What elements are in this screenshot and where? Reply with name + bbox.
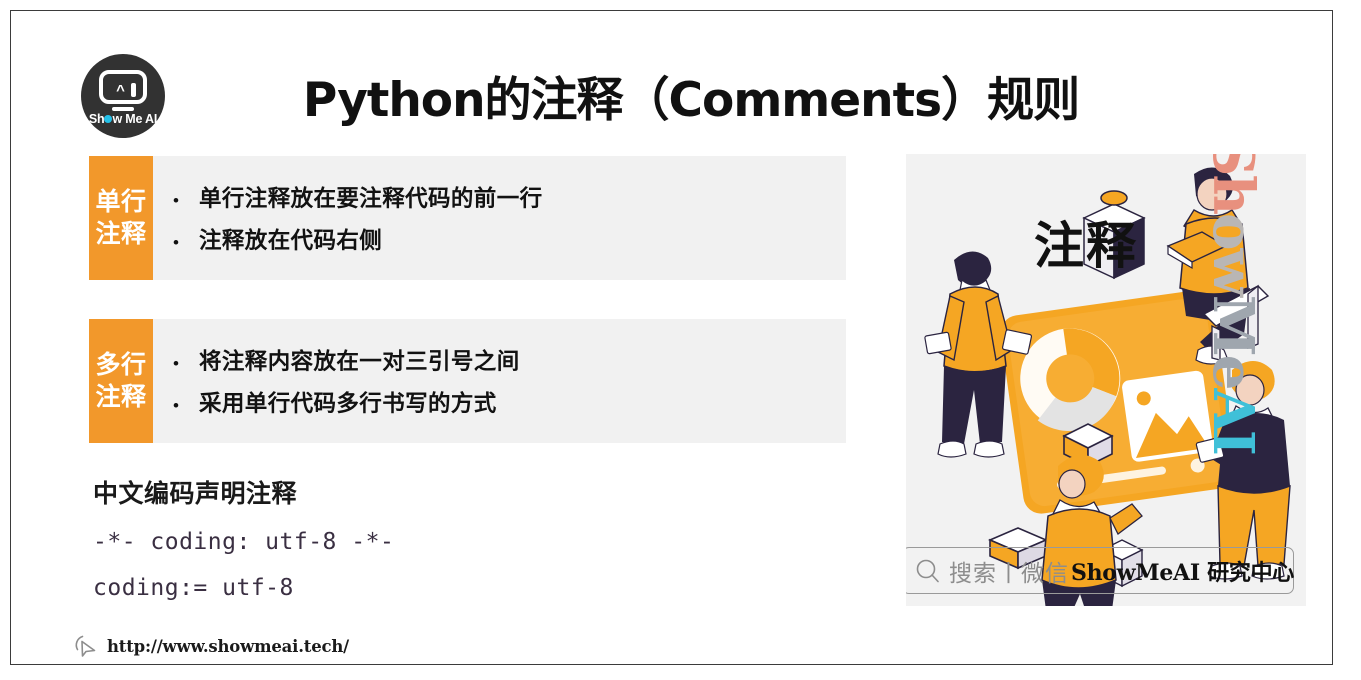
block-tab-label: 多行 注释	[89, 319, 153, 443]
bullet-text: 注释放在代码右侧	[199, 228, 383, 254]
list-item: • 采用单行代码多行书写的方式	[173, 386, 846, 418]
bullet-dot-icon: •	[173, 396, 179, 415]
logo-text-before: Sh	[88, 112, 105, 126]
footer: http://www.showmeai.tech/	[73, 633, 349, 659]
footer-url[interactable]: http://www.showmeai.tech/	[107, 637, 349, 656]
block-body: • 单行注释放在要注释代码的前一行 • 注释放在代码右侧	[153, 156, 846, 280]
bullet-text: 采用单行代码多行书写的方式	[199, 391, 497, 417]
bullet-text: 将注释内容放在一对三引号之间	[199, 349, 520, 375]
page-title: Python的注释（Comments）规则	[302, 73, 1080, 128]
search-bar[interactable]: 搜索丨微信 ShowMeAI 研究中心	[906, 547, 1294, 594]
content-block-single-line-comment: 单行 注释 • 单行注释放在要注释代码的前一行 • 注释放在代码右侧	[89, 156, 846, 280]
vertical-brand-part-2: ow	[1200, 213, 1266, 295]
vertical-brand-part-1: Sh	[1200, 154, 1266, 214]
robot-eye-left-icon: ^	[116, 82, 125, 99]
cursor-click-icon	[75, 635, 96, 657]
bullet-text: 单行注释放在要注释代码的前一行	[199, 186, 543, 212]
list-item: • 单行注释放在要注释代码的前一行	[173, 181, 846, 213]
code-line: coding:= utf-8	[93, 575, 294, 601]
list-item: • 注释放在代码右侧	[173, 223, 846, 255]
search-icon	[916, 559, 939, 582]
block-tab-line-1: 单行	[95, 188, 147, 216]
show-me-ai-logo: ^ Sh w Me AI	[81, 54, 165, 138]
bullet-dot-icon: •	[173, 191, 179, 210]
vertical-brand-part-3: Me	[1200, 294, 1266, 389]
list-item: • 将注释内容放在一对三引号之间	[173, 344, 846, 376]
bullet-dot-icon: •	[173, 354, 179, 373]
vertical-brand-watermark: ShowMeAI	[1200, 154, 1266, 454]
robot-eye-right-icon	[131, 83, 136, 97]
logo-text: Sh w Me AI	[81, 112, 165, 126]
block-tab-line-2: 注释	[95, 383, 147, 411]
block-tab-label: 单行 注释	[89, 156, 153, 280]
slide-frame: ^ Sh w Me AI Python的注释（Comments）规则 单行 注释 …	[10, 10, 1333, 665]
block-tab-line-1: 多行	[95, 351, 147, 379]
illustration-panel: 注释 ShowMeAI 搜索丨微信 ShowMeAI 研究中心	[906, 154, 1306, 606]
content-block-multi-line-comment: 多行 注释 • 将注释内容放在一对三引号之间 • 采用单行代码多行书写的方式	[89, 319, 846, 443]
code-section-heading: 中文编码声明注释	[93, 479, 298, 508]
block-tab-line-2: 注释	[95, 220, 147, 248]
robot-face-icon: ^	[99, 70, 147, 104]
bullet-dot-icon: •	[173, 233, 179, 252]
block-body: • 将注释内容放在一对三引号之间 • 采用单行代码多行书写的方式	[153, 319, 846, 443]
robot-neck-icon	[112, 107, 134, 111]
vertical-brand-part-4: AI	[1200, 388, 1266, 454]
search-brand-label: ShowMeAI 研究中心	[1071, 559, 1294, 586]
search-label: 搜索丨微信	[949, 560, 1069, 587]
logo-text-after: w Me AI	[112, 112, 158, 126]
code-line: -*- coding: utf-8 -*-	[93, 529, 395, 555]
